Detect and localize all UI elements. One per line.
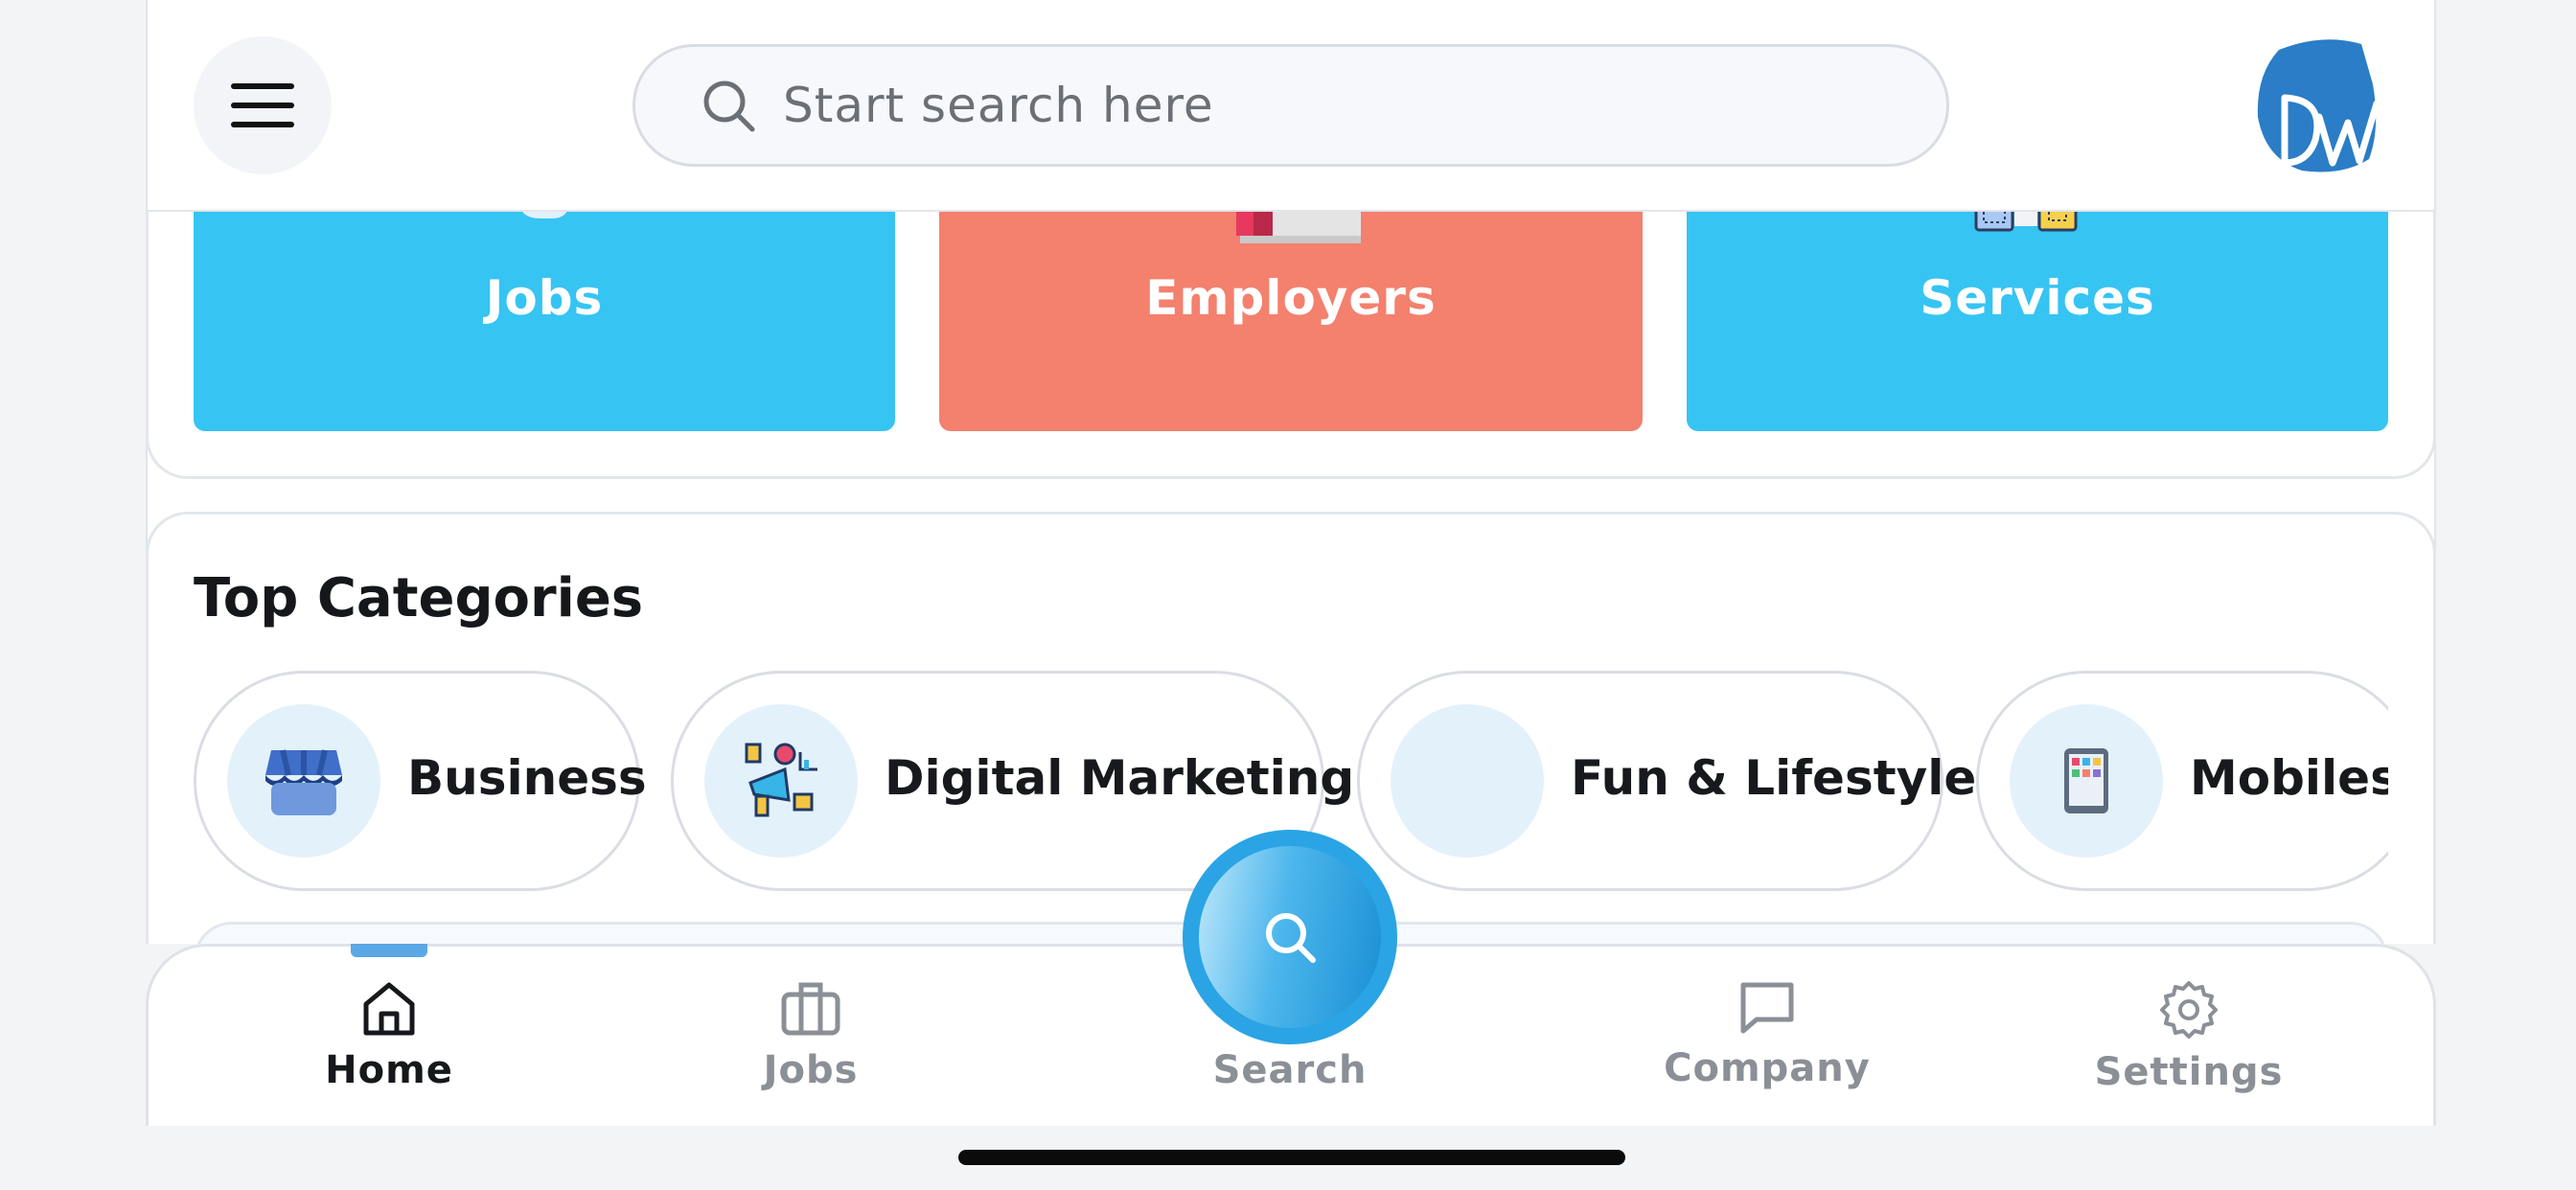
search-icon [1266,913,1316,963]
category-fun-lifestyle[interactable]: Fun & Lifestyle [1357,671,1976,891]
search-icon [703,80,755,132]
category-label: Fun & Lifestyle [1571,750,1977,806]
category-business[interactable]: Business [194,671,647,891]
tab-company[interactable]: Company [1643,979,1892,1113]
category-label: Digital Marketing [885,750,1355,806]
active-tab-indicator [351,944,427,957]
employers-tile[interactable]: Employers [939,188,1643,431]
home-indicator[interactable] [958,1150,1625,1165]
category-mobiles[interactable]: Mobiles [1976,671,2388,891]
chat-bubble-icon [1740,982,1794,1034]
category-label: Mobiles [2190,750,2388,806]
search-placeholder: Start search here [783,78,1214,133]
tab-label: Home [325,1048,453,1092]
categories-title: Top Categories [194,567,644,629]
store-icon [227,704,380,858]
phone-icon [2010,704,2163,858]
search-fab-button[interactable] [1183,830,1397,1044]
avatar[interactable] [2256,36,2384,174]
blank-icon [1391,704,1544,858]
tab-label: Search [1212,1048,1368,1092]
tab-home[interactable]: Home [264,979,514,1113]
employers-tile-label: Employers [1145,270,1437,326]
gear-icon [2160,981,2218,1039]
tab-settings[interactable]: Settings [2064,979,2313,1113]
avatar-logo [2257,39,2380,172]
hamburger-icon [231,83,294,127]
app-screen: Jobs Employers Services Start search her… [0,0,2576,1190]
fab-core [1199,846,1381,1028]
services-tile[interactable]: Services [1687,190,2388,431]
jobs-tile-label: Jobs [485,270,604,326]
briefcase-icon [781,982,840,1036]
tab-label: Jobs [763,1048,859,1092]
services-tile-label: Services [1920,270,2155,326]
jobs-tile[interactable]: Jobs [194,172,895,431]
marketing-icon [704,704,858,858]
search-input[interactable]: Start search here [632,44,1949,167]
home-icon [363,982,415,1036]
menu-button[interactable] [194,36,332,174]
tab-label: Company [1664,1046,1871,1090]
tab-jobs[interactable]: Jobs [686,979,935,1113]
category-label: Business [407,750,647,806]
tab-label: Settings [2094,1050,2284,1094]
